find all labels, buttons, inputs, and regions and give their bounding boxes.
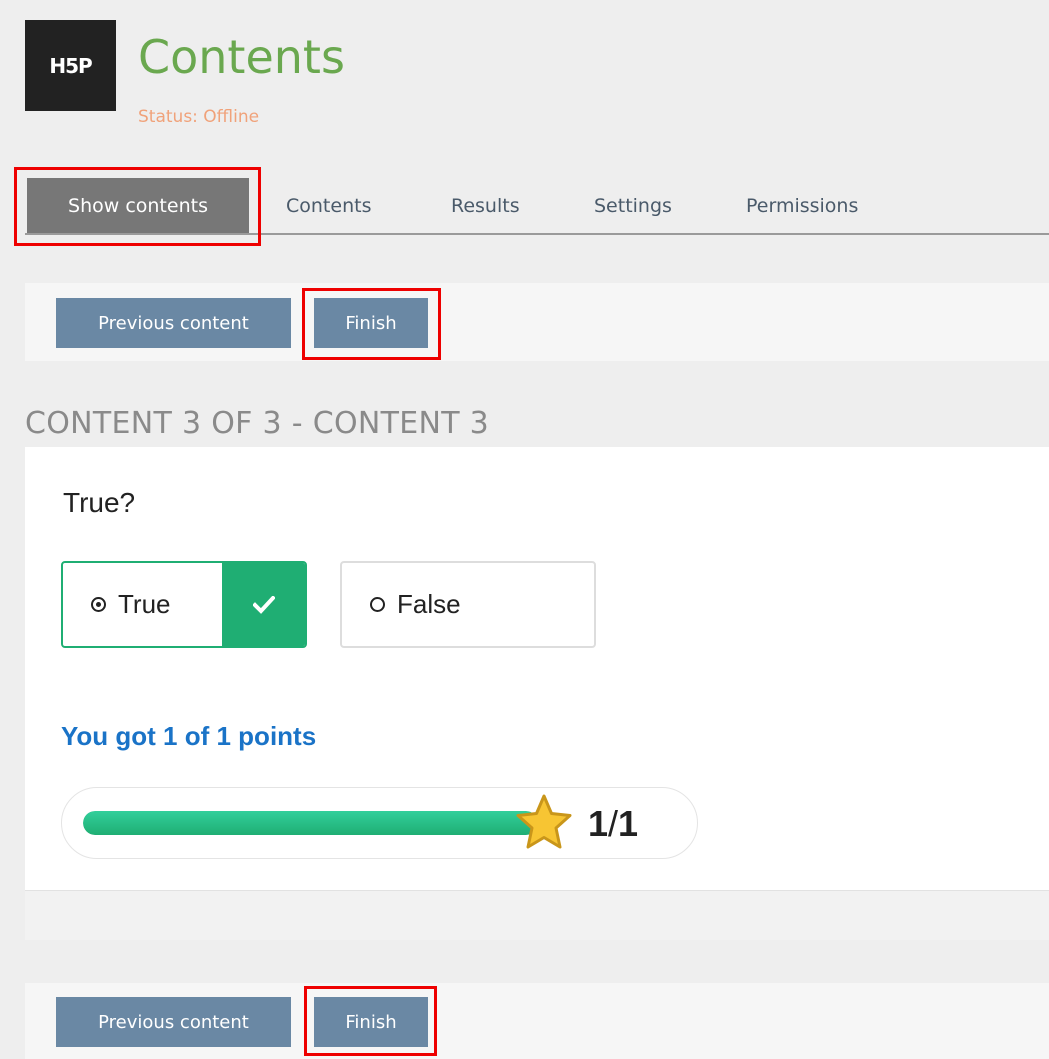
section-title: CONTENT 3 OF 3 - CONTENT 3 <box>25 406 490 441</box>
page-title: Contents <box>138 30 345 84</box>
previous-content-button[interactable]: Previous content <box>56 298 291 348</box>
answer-false[interactable]: False <box>340 561 596 648</box>
h5p-logo: H5P <box>25 20 116 111</box>
score-feedback-text: You got 1 of 1 points <box>61 721 317 751</box>
score-separator: / <box>608 803 619 844</box>
score-bar-fill <box>83 811 538 835</box>
score-display: 1/1 <box>588 803 638 845</box>
tab-results[interactable]: Results <box>451 178 520 233</box>
tab-permissions[interactable]: Permissions <box>746 178 858 233</box>
answer-true[interactable]: True <box>61 561 307 648</box>
radio-selected-icon <box>91 597 106 612</box>
score-max: 1 <box>618 803 639 844</box>
question-text: True? <box>63 487 136 518</box>
tab-settings[interactable]: Settings <box>594 178 672 233</box>
highlight-box <box>302 288 441 360</box>
answer-true-label: True <box>118 589 171 619</box>
content-panel-footer <box>25 890 1049 940</box>
score-value: 1 <box>588 803 609 844</box>
previous-content-button-bottom[interactable]: Previous content <box>56 997 291 1047</box>
star-icon <box>513 792 575 854</box>
tab-contents[interactable]: Contents <box>286 178 371 233</box>
check-icon <box>222 563 305 646</box>
highlight-box <box>14 167 261 246</box>
score-bar-track <box>83 811 538 835</box>
radio-empty-icon <box>370 597 385 612</box>
status-text: Status: Offline <box>138 107 260 127</box>
content-panel <box>25 447 1049 939</box>
answer-false-label: False <box>397 589 461 619</box>
highlight-box <box>304 986 437 1056</box>
